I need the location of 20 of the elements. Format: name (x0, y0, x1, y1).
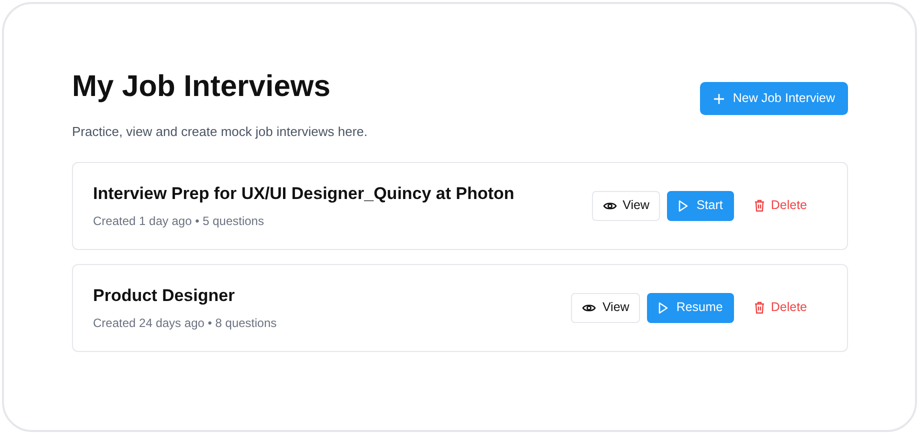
trash-icon (754, 199, 765, 212)
interview-title: Product Designer (93, 284, 236, 307)
eye-icon (602, 200, 617, 210)
trash-icon (754, 301, 765, 314)
play-icon (678, 200, 688, 212)
interview-meta: Created 24 days ago • 8 questions (93, 315, 277, 332)
view-button[interactable]: View (571, 292, 640, 322)
plus-icon (712, 92, 725, 104)
page-title: My Job Interviews (72, 69, 332, 105)
play-button[interactable]: Resume (647, 292, 734, 322)
delete-button[interactable]: Delete (744, 292, 817, 322)
interview-title: Interview Prep for UX/UI Designer_Quincy at Photon (93, 182, 514, 205)
eye-icon (582, 302, 596, 312)
play-button[interactable]: Start (667, 190, 734, 220)
new-interview-button[interactable]: New Job Interview (700, 82, 848, 115)
interview-meta: Created 1 day ago • 5 questions (93, 213, 265, 230)
page-subtitle: Practice, view and create mock job interviews here. (72, 123, 368, 141)
delete-button[interactable]: Delete (744, 190, 817, 220)
play-icon (658, 302, 668, 314)
view-button[interactable]: View (592, 190, 660, 220)
